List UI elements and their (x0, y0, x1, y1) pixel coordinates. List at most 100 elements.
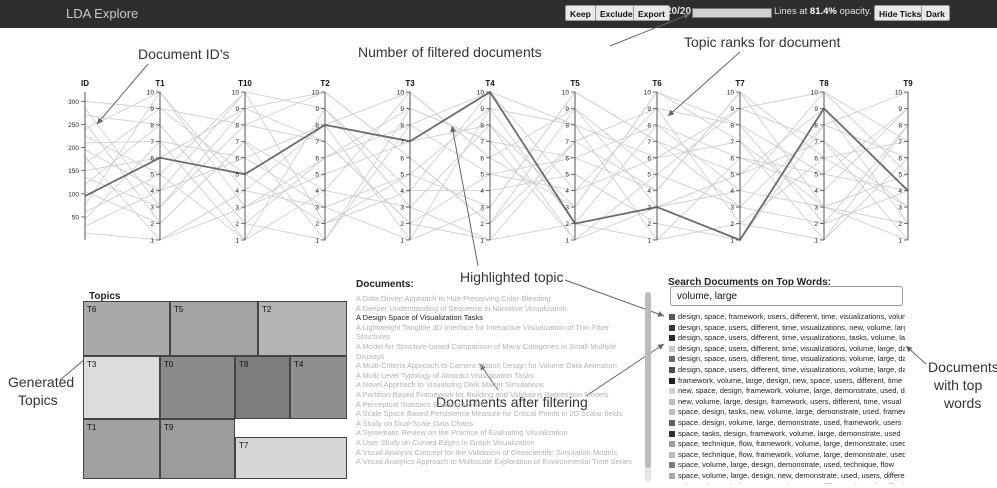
top-words-row[interactable]: space, volume, large, design, demonstrat… (669, 460, 905, 471)
topic-tile-t5[interactable]: T5 (170, 301, 258, 356)
top-words-row[interactable]: new, space, design, framework, volume, l… (669, 386, 905, 397)
topic-color-swatch (669, 430, 675, 437)
documents-list[interactable]: A Data-Driven Approach to Hue-Preserving… (356, 294, 642, 482)
topic-color-swatch (669, 441, 675, 448)
document-item[interactable]: A Data-Driven Approach to Hue-Preserving… (356, 294, 642, 304)
top-words-text: design, space, users, different, time, v… (678, 364, 905, 374)
document-item[interactable]: A Systematic Review on the Practice of E… (356, 428, 642, 438)
top-words-row[interactable]: design, space, users, different, time, v… (669, 354, 905, 365)
document-item[interactable]: A Scale Space Based Persistence Measure … (356, 409, 642, 419)
top-words-text: design, space, users, different, time, v… (678, 354, 905, 364)
document-item[interactable]: A Perceptual Statistics Shading Model (356, 400, 642, 410)
topic-color-swatch (669, 314, 675, 321)
topic-tile-label: T9 (164, 423, 174, 432)
top-words-text: space, volume, large, design, new, demon… (678, 470, 905, 480)
top-words-text: volume, large, design, space, tasks, use… (678, 482, 905, 485)
topic-color-swatch (669, 462, 675, 469)
topic-color-swatch (669, 419, 675, 426)
topic-tile-t6[interactable]: T6 (83, 301, 170, 356)
topic-color-swatch (669, 472, 675, 479)
topic-color-swatch (669, 388, 675, 395)
top-words-text: design, space, framework, users, differe… (678, 312, 905, 321)
top-words-text: space, technique, flow, framework, volum… (678, 439, 905, 449)
document-item[interactable]: A Lightweight Tangible 3D Interface for … (356, 323, 642, 333)
top-words-row[interactable]: design, space, users, different, time, v… (669, 333, 905, 344)
document-item[interactable]: A Multi-Level Typology of Abstract Visua… (356, 371, 642, 381)
documents-scrollbar-thumb[interactable] (645, 292, 651, 468)
topic-tile-t9[interactable]: T9 (160, 419, 235, 479)
document-item[interactable]: A Design Space of Visualization Tasks (356, 313, 642, 323)
top-words-row[interactable]: design, space, users, different, time, v… (669, 344, 905, 355)
arrow-documents-top-words (905, 345, 927, 365)
topic-tile-t7[interactable]: T7 (235, 437, 347, 479)
top-words-row[interactable]: space, technique, flow, framework, volum… (669, 439, 905, 450)
topic-tile-label: T0 (164, 360, 174, 369)
document-item[interactable]: A Visual Analytics Approach to Multiscal… (356, 457, 642, 467)
document-item[interactable]: Displays (356, 352, 642, 362)
arrow-topic-ranks (667, 51, 741, 117)
top-words-list[interactable]: design, space, framework, users, differe… (669, 312, 905, 484)
documents-title: Documents: (356, 279, 414, 290)
top-words-row[interactable]: design, space, users, different, time, v… (669, 365, 905, 376)
topic-tile-label: T6 (87, 305, 97, 314)
topic-color-swatch (669, 451, 675, 458)
document-item[interactable]: A User Study on Curved Edges in Graph Vi… (356, 438, 642, 448)
document-item[interactable]: A Multi-Criteria Approach to Camera Moti… (356, 361, 642, 371)
topic-tile-label: T3 (87, 360, 97, 369)
top-words-row[interactable]: framework, volume, large, design, new, s… (669, 376, 905, 387)
top-words-text: space, volume, large, design, demonstrat… (678, 460, 894, 470)
arrow-document-ids (96, 63, 149, 125)
search-input[interactable] (670, 286, 903, 306)
topic-tile-label: T2 (262, 305, 272, 314)
top-words-row[interactable]: space, tasks, design, framework, volume,… (669, 429, 905, 440)
top-words-text: design, space, users, different, time, v… (678, 333, 905, 343)
document-item[interactable]: A Partition-Based Framework for Building… (356, 390, 642, 400)
topic-tile-t1[interactable]: T1 (83, 419, 160, 479)
top-words-row[interactable]: space, design, volume, large, demonstrat… (669, 418, 905, 429)
topic-tile-t4[interactable]: T4 (290, 356, 347, 419)
top-words-row[interactable]: space, volume, large, design, new, demon… (669, 471, 905, 482)
top-words-text: new, space, design, framework, volume, l… (678, 386, 905, 396)
topic-tile-label: T4 (294, 360, 304, 369)
topic-tile-t0[interactable]: T0 (160, 356, 235, 419)
document-item[interactable]: A Model for Structure-based Comparison o… (356, 342, 642, 352)
topic-tile-t2[interactable]: T2 (258, 301, 347, 356)
top-words-text: framework, volume, large, design, new, s… (678, 375, 903, 385)
topic-tile-label: T8 (239, 360, 249, 369)
top-words-row[interactable]: space, technique, flow, framework, volum… (669, 450, 905, 461)
topic-color-swatch (669, 377, 675, 384)
top-words-text: design, space, users, different, time, v… (678, 322, 905, 332)
top-words-text: design, space, users, different, time, v… (678, 343, 905, 353)
topics-treemap[interactable]: T6 T5 T2 T3 T0 T8 T4 T1 T9 T7 (83, 301, 347, 479)
topic-color-swatch (669, 324, 675, 331)
top-words-text: space, design, tasks, new, volume, large… (678, 407, 905, 417)
document-item[interactable]: A Novel Approach to Visualizing Dark Mat… (356, 380, 642, 390)
topic-color-swatch (669, 409, 675, 416)
top-words-row[interactable]: space, design, tasks, new, volume, large… (669, 407, 905, 418)
topic-color-swatch (669, 335, 675, 342)
topic-color-swatch (669, 345, 675, 352)
document-item[interactable]: A Visual Analysis Concept for the Valida… (356, 448, 642, 458)
arrow-highlighted-topic (450, 125, 479, 267)
topic-color-swatch (669, 366, 675, 373)
topic-tile-label: T7 (239, 441, 249, 450)
topic-tile-t8[interactable]: T8 (235, 356, 290, 419)
document-item[interactable]: A Deeper Understanding of Sequence in Na… (356, 304, 642, 314)
topic-color-swatch (669, 398, 675, 405)
document-item[interactable]: A Study on Dual-Scale Data Charts (356, 419, 642, 429)
top-words-row[interactable]: design, space, framework, users, differe… (669, 312, 905, 323)
top-words-text: new, volume, large, design, framework, u… (678, 396, 902, 406)
top-words-text: space, technique, flow, framework, volum… (678, 449, 905, 459)
top-words-text: space, tasks, design, framework, volume,… (678, 428, 901, 438)
topic-tile-label: T1 (87, 423, 97, 432)
top-words-row[interactable]: volume, large, design, space, tasks, use… (669, 482, 905, 485)
top-words-row[interactable]: design, space, users, different, time, v… (669, 323, 905, 334)
arrow-filtered-documents (609, 13, 691, 47)
top-words-text: space, design, volume, large, demonstrat… (678, 417, 902, 427)
top-words-row[interactable]: new, volume, large, design, framework, u… (669, 397, 905, 408)
document-item[interactable]: Structures (356, 332, 642, 342)
documents-scrollbar[interactable] (645, 292, 651, 482)
topic-tile-t3[interactable]: T3 (83, 356, 160, 419)
topic-tile-label: T5 (174, 305, 184, 314)
topic-color-swatch (669, 356, 675, 363)
